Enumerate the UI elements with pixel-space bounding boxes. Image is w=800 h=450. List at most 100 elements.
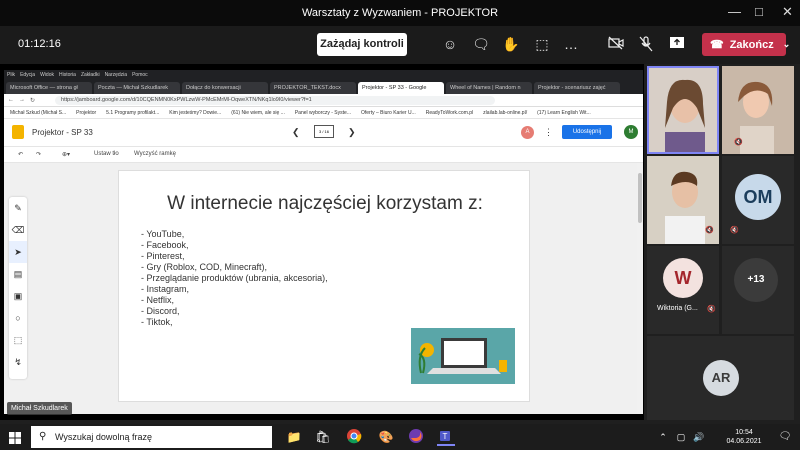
browser-tab[interactable]: Dołącz do konwersacji [182,82,268,94]
window-title: Warsztaty z Wyzwaniem - PROJEKTOR [301,7,499,19]
minimize-icon[interactable]: — [728,4,741,19]
laser-icon[interactable]: ↯ [9,351,27,373]
menu-item[interactable]: Widok [40,70,54,80]
browser-tab[interactable]: Microsoft Office — strona gł [6,82,92,94]
store-icon[interactable]: 🛍 [314,428,332,446]
volume-icon[interactable]: 🔊 [690,428,708,446]
participant-video-tile[interactable]: 🔇 [647,156,719,244]
taskbar-clock[interactable]: 10:54 04.06.2021 [718,428,770,446]
undo-icon[interactable]: ↶ [18,151,23,158]
menu-item[interactable]: Plik [7,70,15,80]
avatar: W [663,258,703,298]
jamboard-frame[interactable]: W internecie najczęściej korzystam z: - … [118,170,530,402]
bookmark-item[interactable]: (61) Nie wiem, ale się ... [231,110,285,116]
menu-item[interactable]: Pomoc [132,70,148,80]
bookmark-item[interactable]: Kim jesteśmy? Dowie... [169,110,221,116]
participant-video-tile[interactable] [647,66,719,154]
jamboard-title[interactable]: Projektor - SP 33 [32,128,93,137]
avatar[interactable]: M [624,125,638,139]
bookmark-item[interactable]: Projektor [76,110,96,116]
file-explorer-icon[interactable]: 📁 [285,428,303,446]
sticky-note-icon[interactable]: ▤ [9,263,27,285]
bookmark-item[interactable]: Michał Szkud (Michał S... [10,110,66,116]
rooms-icon[interactable]: ⬚ [532,36,552,54]
reload-icon[interactable]: ↻ [30,97,35,104]
bookmark-item[interactable]: Oferty – Biuro Karier U... [361,110,416,116]
bookmark-item[interactable]: Panel wyborczy - Syste... [295,110,351,116]
list-item: - Netflix, [141,295,175,305]
list-item: - Pinterest, [141,251,185,261]
pen-icon[interactable]: ✎ [9,197,27,219]
zoom-icon[interactable]: ⊕▾ [62,151,70,158]
list-item: - Facebook, [141,240,189,250]
back-icon[interactable]: ← [8,97,14,103]
avatar[interactable]: A [521,126,534,139]
tray-arrow-icon[interactable]: ⌃ [654,428,672,446]
more-participants-tile[interactable]: +13 [722,246,794,334]
participant-tile[interactable]: OM 🔇 [722,156,794,244]
bookmark-item[interactable]: (17) Learn English Wit... [537,110,591,116]
network-icon[interactable]: ▢ [672,428,690,446]
reactions-icon[interactable]: ✋ [501,36,521,54]
eraser-icon[interactable]: ⌫ [9,219,27,241]
clear-frame-button[interactable]: Wyczyść ramkę [134,151,176,157]
bookmark-item[interactable]: ReadyToWork.com.pl [426,110,473,116]
more-actions-icon[interactable]: … [561,36,581,54]
browser-tab[interactable]: Poczta — Michał Szkudlarek [94,82,180,94]
redo-icon[interactable]: ↷ [36,151,41,158]
maximize-icon[interactable]: □ [755,4,763,19]
list-item: - Discord, [141,306,180,316]
mic-off-icon[interactable] [636,36,656,54]
jamboard-canvas[interactable]: ✎ ⌫ ➤ ▤ ▣ ○ ⬚ ↯ W internecie najczęściej… [4,163,643,414]
text-box-icon[interactable]: ⬚ [9,329,27,351]
chrome-icon[interactable] [345,428,363,446]
participants-icon[interactable]: ☺ [440,36,460,54]
paint-icon[interactable]: 🎨 [377,428,395,446]
menu-item[interactable]: Narzędzia [105,70,128,80]
url-field[interactable]: https://jamboard.google.com/d/10CQENMN0K… [55,95,496,105]
share-button[interactable]: Udostępnij [562,125,612,139]
chevron-down-icon[interactable]: ⌄ [783,39,791,50]
chat-icon[interactable]: 🗨 [471,36,491,54]
browser-tab[interactable]: Wheel of Names | Random n [446,82,532,94]
menu-item[interactable]: Historia [59,70,76,80]
bookmark-item[interactable]: zlailab.lab-online.pl/ [483,110,527,116]
participant-tile[interactable]: AR [647,336,794,420]
list-item: - YouTube, [141,229,185,239]
task-view-icon[interactable]: ❙❙ [251,428,271,446]
close-icon[interactable]: ✕ [782,4,793,20]
menu-item[interactable]: Zakładki [81,70,100,80]
camera-off-icon[interactable] [606,36,626,54]
browser-tab[interactable]: Projektor - scenariusz zajęć [534,82,620,94]
scrollbar[interactable] [637,163,643,414]
firefox-icon[interactable] [407,428,425,446]
request-control-button[interactable]: Zażądaj kontroli [317,33,407,56]
frame-indicator[interactable]: 3 / 16 [314,125,334,138]
forward-icon[interactable]: → [19,97,25,103]
mic-off-icon: 🔇 [730,227,739,234]
share-screen-icon[interactable] [667,36,687,54]
leave-button[interactable]: ☎ Zakończ ⌄ [702,33,790,56]
taskbar-search-input[interactable]: ⚲ Wyszukaj dowolną frazę [31,426,272,448]
image-icon[interactable]: ▣ [9,285,27,307]
browser-tab[interactable]: PROJEKTOR_TEKST.docx [270,82,356,94]
more-options-icon[interactable]: ⋮ [544,127,553,138]
list-item: - Gry (Roblox, COD, Minecraft), [141,262,268,272]
previous-frame-icon[interactable]: ❮ [292,127,300,138]
browser-tab-active[interactable]: Projektor - SP 33 - Google [358,82,444,94]
teams-icon[interactable]: T [437,428,455,446]
windows-start-icon[interactable] [9,431,21,444]
notifications-icon[interactable]: 🗨 [776,428,794,446]
next-frame-icon[interactable]: ❯ [348,127,356,138]
select-icon[interactable]: ➤ [9,241,27,263]
avatar: AR [703,360,739,396]
participant-video-tile[interactable]: 🔇 [722,66,794,154]
circle-icon[interactable]: ○ [9,307,27,329]
jamboard-logo-icon [12,125,24,139]
bookmark-item[interactable]: 5.1 Programy profilakt... [106,110,159,116]
avatar: OM [735,174,781,220]
set-background-button[interactable]: Ustaw tło [94,151,119,157]
participant-tile[interactable]: W Wiktoria (G... 🔇 [647,246,719,334]
menu-item[interactable]: Edycja [20,70,35,80]
search-placeholder: Wyszukaj dowolną frazę [55,432,152,442]
